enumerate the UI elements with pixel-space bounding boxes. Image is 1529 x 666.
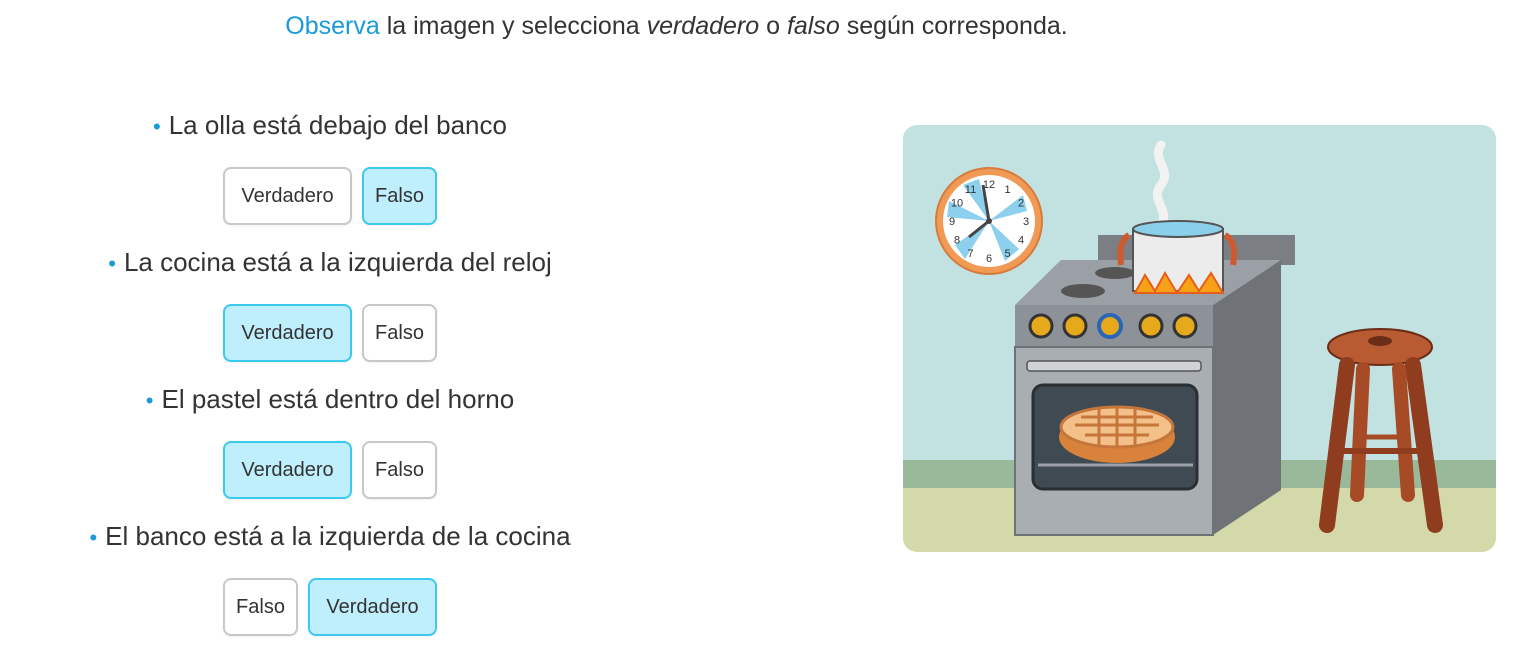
clock-number: 1 (1004, 184, 1010, 196)
bullet-icon: • (153, 114, 161, 139)
instruction-em-true: verdadero (646, 12, 760, 40)
instruction-em-false: falso (786, 12, 840, 40)
clock-number: 8 (954, 235, 960, 247)
question-2: • La cocina está a la izquierda del reloj (0, 247, 660, 278)
question-4-options: Falso Verdadero (223, 578, 437, 636)
clock-number: 4 (1018, 235, 1024, 247)
question-4: • El banco está a la izquierda de la coci… (0, 521, 660, 552)
stove-side (1213, 260, 1281, 535)
question-4-text: El banco está a la izquierda de la cocin… (105, 521, 571, 551)
clock-number: 11 (965, 184, 976, 196)
bullet-icon: • (89, 525, 98, 550)
kitchen-scene: 12 1234567891011 (903, 125, 1496, 552)
q3-option-falso[interactable]: Falso (362, 441, 437, 499)
q4-option-verdadero[interactable]: Verdadero (308, 578, 437, 636)
question-1-text: La olla está debajo del banco (168, 110, 507, 140)
instruction-part: según corresponda. (839, 12, 1068, 40)
clock-number: 10 (951, 198, 963, 210)
question-3-text: El pastel está dentro del horno (161, 384, 515, 414)
question-2-options: Verdadero Falso (223, 304, 437, 362)
clock-number: 2 (1018, 198, 1024, 210)
question-3: • El pastel está dentro del horno (0, 384, 660, 415)
question-2-text: La cocina está a la izquierda del reloj (123, 247, 552, 277)
q1-option-verdadero[interactable]: Verdadero (223, 167, 352, 225)
q1-option-falso[interactable]: Falso (362, 167, 437, 225)
clock-number: 7 (967, 248, 973, 260)
bullet-icon: • (145, 388, 154, 413)
q3-option-verdadero[interactable]: Verdadero (223, 441, 352, 499)
question-1-options: Verdadero Falso (223, 167, 437, 225)
burner (1095, 267, 1135, 279)
clock-number: 3 (1023, 216, 1029, 228)
instruction-part: o (759, 12, 787, 40)
instruction-lead: Observa (285, 12, 380, 40)
question-1: • La olla está debajo del banco (0, 110, 660, 141)
clock-icon: 12 1234567891011 (935, 167, 1043, 275)
q4-option-falso[interactable]: Falso (223, 578, 298, 636)
instruction-text: Observa la imagen y selecciona verdadero… (0, 12, 1353, 41)
pie-icon (1059, 405, 1175, 463)
clock-number: 5 (1004, 248, 1010, 260)
instruction-part: la imagen y selecciona (379, 12, 647, 40)
q2-option-falso[interactable]: Falso (362, 304, 437, 362)
bullet-icon: • (108, 251, 116, 276)
q2-option-verdadero[interactable]: Verdadero (223, 304, 352, 362)
burner (1061, 284, 1105, 298)
oven-handle (1026, 360, 1202, 372)
question-3-options: Verdadero Falso (223, 441, 437, 499)
clock-number: 6 (986, 253, 992, 265)
clock-number: 9 (949, 216, 955, 228)
kitchen-illustration: 12 1 2 3 4 5 6 7 8 9 10 11 (903, 125, 1496, 552)
pot-icon (1117, 220, 1237, 295)
